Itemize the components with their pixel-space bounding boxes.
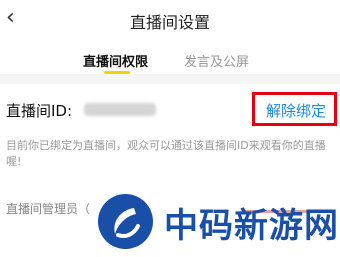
tab-bar: 直播间权限 发言及公屏 <box>0 40 340 74</box>
live-room-id-value-redacted <box>84 103 156 116</box>
admin-label: 直播间管理员（ <box>6 202 91 216</box>
header-bar: ‹ 直播间设置 <box>0 0 340 40</box>
watermark: 中码新游网 <box>98 190 340 257</box>
tab-chat-and-public-screen[interactable]: 发言及公屏 <box>184 51 249 70</box>
page-title: 直播间设置 <box>129 13 210 32</box>
tab-live-room-permissions[interactable]: 直播间权限 <box>83 51 148 70</box>
active-tab-indicator <box>104 71 130 74</box>
unbind-button[interactable]: 解除绑定 <box>266 100 326 121</box>
binding-description: 目前你已绑定为直播间，观众可以通过该直播间ID来观看你的直播喔! <box>6 139 326 168</box>
watermark-logo-icon <box>98 194 153 249</box>
live-room-id-label: 直播间ID: <box>6 102 73 120</box>
unbind-highlight-box: 解除绑定 <box>252 92 337 126</box>
watermark-text: 中码新游网 <box>164 206 339 246</box>
